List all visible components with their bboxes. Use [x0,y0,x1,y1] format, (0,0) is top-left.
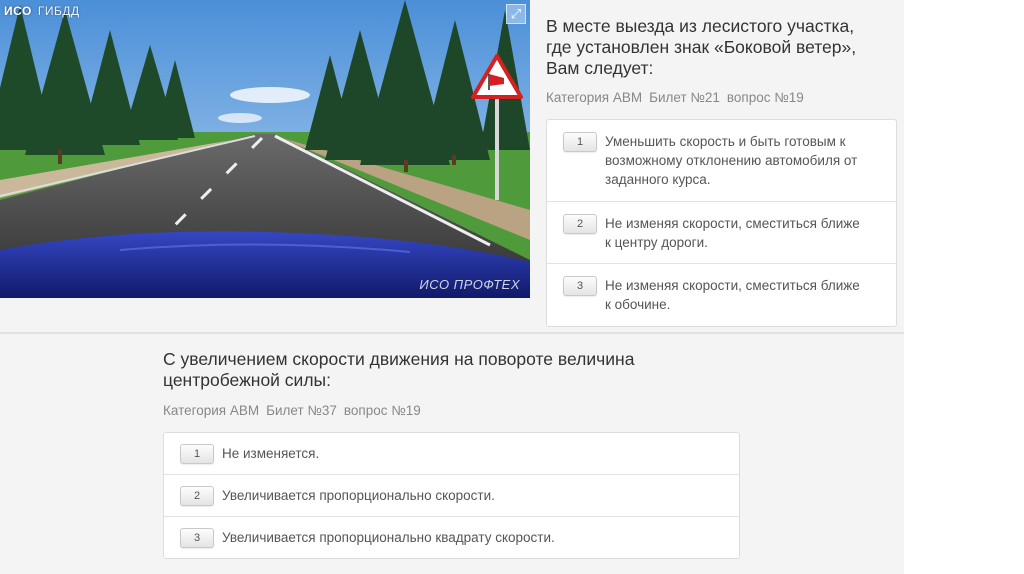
question-meta-2: Категория ABM Билет №37 вопрос №19 [163,403,428,418]
question-title-line: центробежной силы: [163,370,331,390]
answer-number-button[interactable]: 1 [180,443,214,464]
question-title-line: В месте выезда из лесистого участка, [546,16,855,36]
question-title-line: где установлен знак «Боковой ветер», [546,37,857,57]
answer-text: Не изменяя скорости, сместиться ближе к … [605,276,860,314]
image-brand: ИСО ГИБДД [4,4,80,18]
answer-text: Увеличивается пропорционально квадрату с… [222,530,555,545]
question-title-line: Вам следует: [546,58,654,78]
question-title-line: С увеличением скорости движения на повор… [163,349,635,369]
answer-number-button[interactable]: 1 [563,132,597,152]
answers-list-1: 1 Уменьшить скорость и быть готовым к во… [546,119,897,327]
meta-category: Категория ABM [546,90,643,105]
answer-option-2[interactable]: 2 Не изменяя скорости, сместиться ближе … [547,202,896,264]
meta-ticket: Билет №37 [266,403,337,418]
answers-list-2: 1 Не изменяется. 2 Увеличивается пропорц… [163,432,740,559]
expand-icon[interactable]: ⤢ [506,4,526,24]
answer-option-1[interactable]: 1 Не изменяется. [164,433,739,475]
answer-text: Не изменяется. [222,446,320,461]
answer-number-button[interactable]: 2 [563,214,597,234]
road-scene [0,0,530,298]
answer-line: заданного курса. [605,172,711,187]
answer-text: Увеличивается пропорционально скорости. [222,488,495,503]
brand-sub-text: ГИБДД [37,4,80,18]
answer-line: возможному отклонению автомобиля от [605,153,858,168]
answer-option-1[interactable]: 1 Уменьшить скорость и быть готовым к во… [547,120,896,202]
meta-ticket: Билет №21 [649,90,720,105]
answer-line: Не изменяя скорости, сместиться ближе [605,216,860,231]
answer-option-2[interactable]: 2 Увеличивается пропорционально скорости… [164,475,739,517]
meta-question: вопрос №19 [726,90,804,105]
answer-number-button[interactable]: 2 [180,485,214,506]
answer-line: Не изменяя скорости, сместиться ближе [605,278,860,293]
answer-option-3[interactable]: 3 Не изменяя скорости, сместиться ближе … [547,264,896,326]
answer-line: к центру дороги. [605,235,708,250]
brand-logo-text: ИСО [4,4,32,18]
answer-text: Не изменяя скорости, сместиться ближе к … [605,214,860,252]
meta-category: Категория ABM [163,403,260,418]
answer-line: Уменьшить скорость и быть готовым к [605,134,846,149]
question-title-2: С увеличением скорости движения на повор… [163,349,634,391]
meta-question: вопрос №19 [343,403,421,418]
answer-number-button[interactable]: 3 [563,276,597,296]
question-meta-1: Категория ABM Билет №21 вопрос №19 [546,90,811,105]
answer-option-3[interactable]: 3 Увеличивается пропорционально квадрату… [164,517,739,558]
image-watermark: ИСО ПРОФТЕХ [419,277,520,292]
answer-text: Уменьшить скорость и быть готовым к возм… [605,132,857,189]
question-title-1: В месте выезда из лесистого участка, где… [546,16,856,79]
question-image: ИСО ГИБДД ⤢ ИСО ПРОФТЕХ [0,0,530,298]
answer-number-button[interactable]: 3 [180,527,214,548]
answer-line: к обочине. [605,297,671,312]
